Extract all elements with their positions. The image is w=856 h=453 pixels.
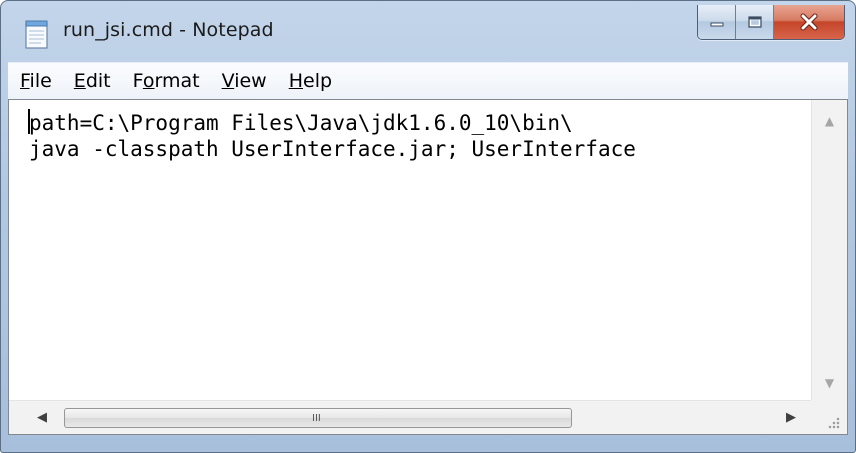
menu-edit-text-b: dit [85,70,111,92]
menu-format-text-b: rmat [154,70,200,92]
vertical-scrollbar[interactable]: ▲ ▼ [811,100,847,400]
editor-line: java -classpath UserInterface.jar; UserI… [29,137,636,161]
menu-help-accel: H [288,70,303,92]
scroll-down-icon[interactable]: ▼ [812,366,847,400]
menu-file[interactable]: File [12,63,60,99]
minimize-button[interactable] [698,5,736,39]
scroll-up-icon[interactable]: ▲ [812,104,847,138]
close-button[interactable] [774,5,844,39]
resize-grip[interactable] [811,400,847,434]
scroll-right-icon[interactable]: ▶ [774,401,808,434]
menu-help-text-b: elp [303,70,333,92]
menu-edit[interactable]: Edit [66,63,119,99]
menu-view-text-b: iew [234,70,267,92]
menu-file-text-b: ile [29,70,52,92]
menu-view[interactable]: View [214,63,275,99]
window-bottom-border[interactable] [1,437,855,452]
horizontal-scroll-thumb[interactable]: III [64,408,572,428]
thumb-grip-icon: III [312,413,321,424]
menu-help[interactable]: Help [281,63,340,99]
notepad-window: run_jsi.cmd - Notepad File Edit Format V… [0,0,856,453]
horizontal-scrollbar[interactable]: ◀ III ▶ [9,400,812,434]
menu-edit-accel: E [73,70,86,92]
menu-format-accel: o [142,70,155,92]
notepad-icon[interactable] [23,18,51,50]
editor-text-area[interactable]: path=C:\Program Files\Java\jdk1.6.0_10\b… [11,100,810,400]
resize-grip-icon [828,417,840,429]
text-caret [28,109,30,134]
maximize-button[interactable] [736,5,774,39]
text-editor[interactable]: path=C:\Program Files\Java\jdk1.6.0_10\b… [8,99,848,435]
menu-format[interactable]: Format [125,63,208,99]
menu-view-accel: V [221,70,235,92]
menu-file-accel: F [20,70,30,92]
window-title: run_jsi.cmd - Notepad [63,19,274,41]
window-controls [697,5,845,40]
close-icon [800,13,818,31]
menu-bar: File Edit Format View Help [8,62,848,99]
minimize-icon [710,22,723,27]
scroll-left-icon[interactable]: ◀ [25,401,59,434]
editor-line: path=C:\Program Files\Java\jdk1.6.0_10\b… [29,111,573,135]
maximize-icon [747,16,762,28]
title-bar[interactable]: run_jsi.cmd - Notepad [1,1,855,59]
menu-format-text-a: F [132,70,143,92]
